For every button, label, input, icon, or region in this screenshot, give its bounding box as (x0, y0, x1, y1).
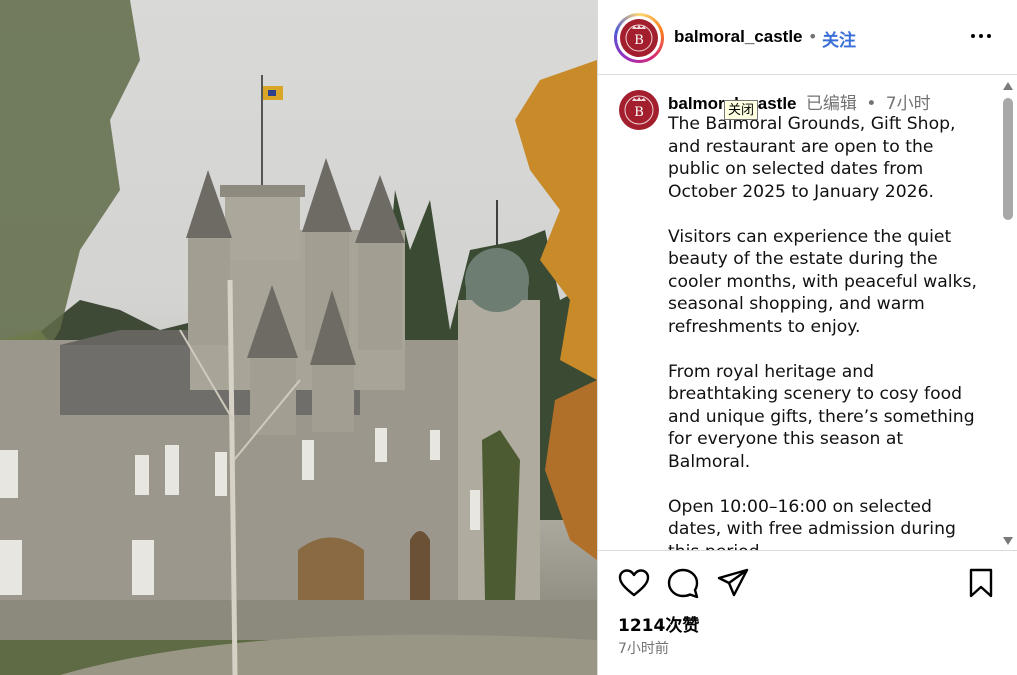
caption-scrollbar[interactable] (1000, 76, 1015, 551)
story-ring[interactable]: B (614, 13, 664, 63)
scroll-down-arrow-icon[interactable] (1003, 537, 1013, 545)
avatar[interactable]: B (620, 19, 658, 57)
caption-separator: • (866, 94, 877, 114)
post-actions: 1214次赞 7小时前 (598, 552, 1017, 675)
svg-text:B: B (634, 33, 644, 48)
castle-photo-illustration (0, 0, 597, 675)
likes-count[interactable]: 1214次赞 (618, 611, 699, 636)
comment-icon[interactable] (666, 566, 700, 600)
share-icon[interactable] (716, 566, 750, 600)
scroll-up-arrow-icon[interactable] (1003, 82, 1013, 90)
svg-text:B: B (634, 105, 644, 120)
avatar-frame: B (617, 16, 661, 60)
caption-text: The Balmoral Grounds, Gift Shop, and res… (668, 114, 977, 550)
bookmark-icon[interactable] (964, 566, 998, 600)
header-username[interactable]: balmoral_castle (674, 27, 803, 47)
post-header: B balmoral_castle • 关注 (598, 0, 1017, 75)
heart-icon[interactable] (617, 566, 651, 600)
caption-time: 7小时 (885, 94, 931, 114)
tooltip: 关闭 (724, 100, 759, 120)
caption-area[interactable]: B balmoral_castle 已编辑 • 7小时 关闭 The Balmo… (598, 76, 1017, 551)
crest-icon: B (625, 24, 653, 52)
post-image[interactable] (0, 0, 597, 675)
post-panel: B balmoral_castle • 关注 B balmoral_castle… (597, 0, 1017, 675)
header-separator: • (808, 27, 818, 46)
crest-icon: B (624, 95, 654, 125)
caption-header: balmoral_castle 已编辑 • 7小时 (668, 89, 931, 114)
follow-button[interactable]: 关注 (822, 26, 856, 51)
scroll-thumb[interactable] (1003, 98, 1013, 220)
edited-label: 已编辑 (805, 94, 857, 114)
more-horizontal-icon[interactable] (970, 34, 992, 40)
caption-avatar[interactable]: B (619, 90, 659, 130)
post-timestamp[interactable]: 7小时前 (618, 638, 669, 658)
